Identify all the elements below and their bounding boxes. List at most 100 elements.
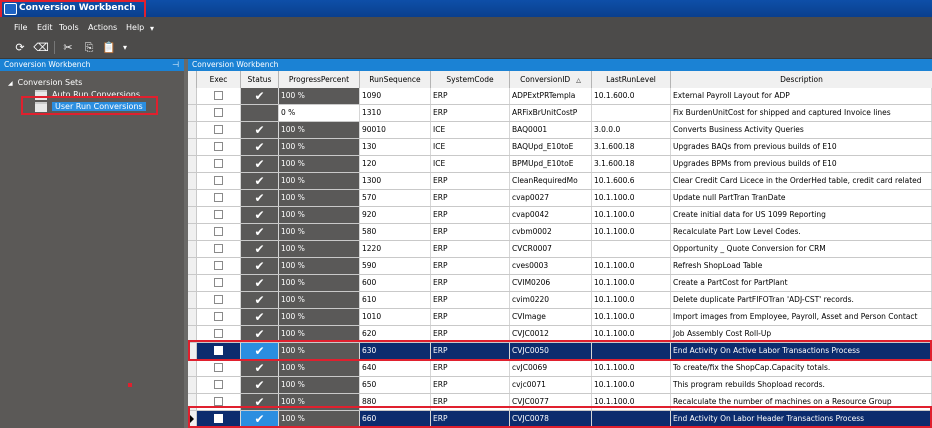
row-indicator[interactable] <box>188 360 197 376</box>
progress-cell[interactable]: 100 % <box>279 292 360 308</box>
conversionid-cell[interactable]: CVCR0007 <box>510 241 592 257</box>
runsequence-cell[interactable]: 570 <box>360 190 431 206</box>
table-row[interactable]: ✔ 100 % 120 ICE BPMUpd_E10toE 3.1.600.18 Upgra… <box>188 156 932 173</box>
runsequence-cell[interactable]: 880 <box>360 394 431 410</box>
pin-icon[interactable]: ⊣ <box>172 59 179 71</box>
lastrunlevel-cell[interactable] <box>592 241 671 257</box>
toolbar-overflow-icon[interactable]: ▾ <box>117 40 133 55</box>
conversionid-cell[interactable]: CVJC0078 <box>510 411 592 427</box>
row-indicator[interactable] <box>188 258 197 274</box>
row-indicator[interactable] <box>188 88 197 104</box>
row-indicator[interactable] <box>188 326 197 342</box>
clear-icon[interactable]: ⌫ <box>33 40 49 55</box>
runsequence-cell[interactable]: 1090 <box>360 88 431 104</box>
runsequence-cell[interactable]: 130 <box>360 139 431 155</box>
runsequence-cell[interactable]: 1310 <box>360 105 431 121</box>
exec-checkbox[interactable] <box>214 294 223 304</box>
lastrunlevel-cell[interactable]: 3.1.600.18 <box>592 139 671 155</box>
tree-node-conversion-sets[interactable]: ◢ Conversion Sets <box>8 77 82 88</box>
progress-cell[interactable]: 100 % <box>279 309 360 325</box>
systemcode-cell[interactable]: ERP <box>431 292 510 308</box>
tree-node-auto-run[interactable]: Auto Run Conversions <box>35 89 140 100</box>
lastrunlevel-cell[interactable]: 10.1.100.0 <box>592 326 671 342</box>
runsequence-cell[interactable]: 630 <box>360 343 431 359</box>
table-row[interactable]: ✔ 100 % 630 ERP CVJC0050 End Activity On Acti… <box>188 343 932 360</box>
runsequence-cell[interactable]: 1300 <box>360 173 431 189</box>
systemcode-cell[interactable]: ERP <box>431 309 510 325</box>
lastrunlevel-cell[interactable]: 10.1.100.0 <box>592 224 671 240</box>
progress-cell[interactable]: 100 % <box>279 139 360 155</box>
row-indicator[interactable] <box>188 275 197 291</box>
exec-checkbox[interactable] <box>214 345 223 355</box>
column-header-exec[interactable]: Exec <box>197 71 241 88</box>
exec-checkbox[interactable] <box>214 107 223 117</box>
exec-checkbox[interactable] <box>214 260 223 270</box>
menu-tools[interactable]: Tools <box>59 23 79 32</box>
progress-cell[interactable]: 100 % <box>279 394 360 410</box>
menu-edit[interactable]: Edit <box>37 23 53 32</box>
progress-cell[interactable]: 100 % <box>279 207 360 223</box>
runsequence-cell[interactable]: 620 <box>360 326 431 342</box>
conversionid-cell[interactable]: CVJC0077 <box>510 394 592 410</box>
description-cell[interactable]: Converts Business Activity Queries <box>671 122 932 138</box>
row-indicator[interactable] <box>188 105 197 121</box>
systemcode-cell[interactable]: ERP <box>431 224 510 240</box>
description-cell[interactable]: Create a PartCost for PartPlant <box>671 275 932 291</box>
exec-checkbox[interactable] <box>214 226 223 236</box>
exec-checkbox[interactable] <box>214 379 223 389</box>
description-cell[interactable]: Upgrades BAQs from previous builds of E1… <box>671 139 932 155</box>
lastrunlevel-cell[interactable]: 10.1.100.0 <box>592 207 671 223</box>
table-row[interactable]: ✔ 100 % 130 ICE BAQUpd_E10toE 3.1.600.18 Upgra… <box>188 139 932 156</box>
progress-cell[interactable]: 100 % <box>279 275 360 291</box>
conversionid-cell[interactable]: cvJC0069 <box>510 360 592 376</box>
row-indicator[interactable] <box>188 139 197 155</box>
table-row[interactable]: ✔ 100 % 1010 ERP CVImage 10.1.100.0 Import ima… <box>188 309 932 326</box>
runsequence-cell[interactable]: 650 <box>360 377 431 393</box>
systemcode-cell[interactable]: ERP <box>431 173 510 189</box>
description-cell[interactable]: Clear Credit Card Licece in the OrderHed… <box>671 173 932 189</box>
systemcode-cell[interactable]: ICE <box>431 156 510 172</box>
systemcode-cell[interactable]: ERP <box>431 411 510 427</box>
runsequence-cell[interactable]: 920 <box>360 207 431 223</box>
table-row[interactable]: 0 % 1310 ERP ARFixBrUnitCostP Fix BurdenUnit… <box>188 105 932 122</box>
runsequence-cell[interactable]: 580 <box>360 224 431 240</box>
menu-overflow-icon[interactable]: ▾ <box>150 24 154 33</box>
lastrunlevel-cell[interactable]: 10.1.600.0 <box>592 88 671 104</box>
conversionid-cell[interactable]: cvim0220 <box>510 292 592 308</box>
column-header-lastrunlevel[interactable]: LastRunLevel <box>592 71 671 88</box>
runsequence-cell[interactable]: 590 <box>360 258 431 274</box>
column-header-runsequence[interactable]: RunSequence <box>360 71 431 88</box>
table-row[interactable]: ✔ 100 % 610 ERP cvim0220 10.1.100.0 Delete dup… <box>188 292 932 309</box>
cut-icon[interactable]: ✂ <box>60 40 76 55</box>
lastrunlevel-cell[interactable]: 10.1.100.0 <box>592 377 671 393</box>
row-indicator[interactable] <box>188 343 197 359</box>
paste-icon[interactable]: 📋 <box>101 40 117 55</box>
refresh-icon[interactable]: ⟳ <box>12 40 28 55</box>
progress-cell[interactable]: 100 % <box>279 343 360 359</box>
exec-checkbox[interactable] <box>214 141 223 151</box>
conversionid-cell[interactable]: BPMUpd_E10toE <box>510 156 592 172</box>
table-row[interactable]: ✔ 100 % 880 ERP CVJC0077 10.1.100.0 Recalculat… <box>188 394 932 411</box>
lastrunlevel-cell[interactable]: 3.0.0.0 <box>592 122 671 138</box>
description-cell[interactable]: To create/fix the ShopCap.Capacity total… <box>671 360 932 376</box>
column-header-progress[interactable]: ProgressPercent <box>279 71 360 88</box>
lastrunlevel-cell[interactable] <box>592 343 671 359</box>
row-indicator[interactable] <box>188 411 197 427</box>
runsequence-cell[interactable]: 90010 <box>360 122 431 138</box>
conversionid-cell[interactable]: CVJC0050 <box>510 343 592 359</box>
lastrunlevel-cell[interactable]: 10.1.100.0 <box>592 292 671 308</box>
systemcode-cell[interactable]: ERP <box>431 394 510 410</box>
description-cell[interactable]: Job Assembly Cost Roll-Up <box>671 326 932 342</box>
runsequence-cell[interactable]: 640 <box>360 360 431 376</box>
description-cell[interactable]: Delete duplicate PartFIFOTran 'ADJ-CST' … <box>671 292 932 308</box>
runsequence-cell[interactable]: 600 <box>360 275 431 291</box>
table-row[interactable]: ✔ 100 % 570 ERP cvap0027 10.1.100.0 Update nul… <box>188 190 932 207</box>
conversionid-cell[interactable]: cvap0027 <box>510 190 592 206</box>
conversionid-cell[interactable]: cvap0042 <box>510 207 592 223</box>
table-row[interactable]: ✔ 100 % 650 ERP cvjc0071 10.1.100.0 This progr… <box>188 377 932 394</box>
systemcode-cell[interactable]: ERP <box>431 275 510 291</box>
lastrunlevel-cell[interactable]: 10.1.100.0 <box>592 394 671 410</box>
progress-cell[interactable]: 100 % <box>279 173 360 189</box>
systemcode-cell[interactable]: ICE <box>431 139 510 155</box>
exec-checkbox[interactable] <box>214 328 223 338</box>
